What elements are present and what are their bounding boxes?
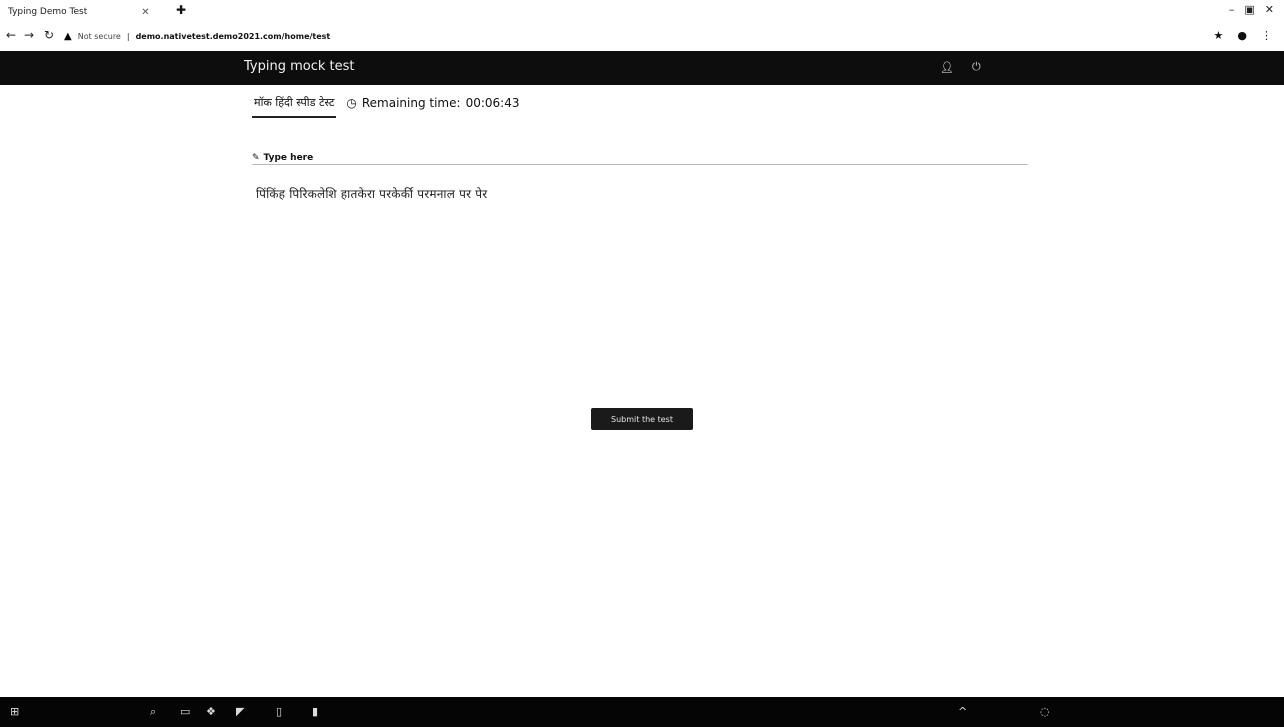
browser-toolbar: ← → ↻ ▲ Not secure | demo.nativetest.dem… xyxy=(0,22,1284,50)
address-bar[interactable]: ▲ Not secure | demo.nativetest.demo2021.… xyxy=(64,28,330,44)
taskbar-search-icon[interactable]: ⌕ xyxy=(150,705,156,719)
profile-icon[interactable]: ● xyxy=(1237,29,1247,42)
browser-tabstrip: Typing Demo Test ✕ ✚ – ▣ ✕ xyxy=(0,0,1284,22)
maximize-icon[interactable]: ▣ xyxy=(1244,3,1254,16)
kebab-menu-icon[interactable]: ⋮ xyxy=(1261,29,1272,42)
user-icon[interactable]: 👤︎ xyxy=(940,61,954,74)
power-icon[interactable]: ⏻ xyxy=(972,60,981,74)
remaining-time: ◷ Remaining time: 00:06:43 xyxy=(346,96,519,116)
taskbar-app-icon[interactable]: ▯ xyxy=(276,705,282,718)
tray-network-icon[interactable]: ◌ xyxy=(1040,705,1050,718)
star-icon[interactable]: ★ xyxy=(1214,29,1224,42)
test-header: मॉक हिंदी स्पीड टेस्ट ◷ Remaining time: … xyxy=(252,94,519,118)
remaining-label: Remaining time: xyxy=(361,96,461,110)
taskbar-taskview-icon[interactable]: ▭ xyxy=(180,705,190,718)
address-separator: | xyxy=(126,31,130,41)
minimize-icon[interactable]: – xyxy=(1229,3,1235,16)
browser-tab[interactable]: Typing Demo Test ✕ xyxy=(8,4,150,20)
taskbar-app-icon[interactable]: ▮ xyxy=(312,705,318,718)
taskbar-app-icon[interactable]: ◤ xyxy=(236,705,244,718)
forward-arrow-icon[interactable]: → xyxy=(24,28,34,42)
url-text: demo.nativetest.demo2021.com/home/test xyxy=(135,31,331,41)
close-window-icon[interactable]: ✕ xyxy=(1265,3,1274,16)
new-tab-icon[interactable]: ✚ xyxy=(176,3,186,17)
back-arrow-icon[interactable]: ← xyxy=(6,28,16,42)
reload-icon[interactable]: ↻ xyxy=(44,28,54,42)
toolbar-right: ★ ● ⋮ xyxy=(1214,29,1272,42)
typing-area[interactable]: पिंकिंह पिरिकलेशि हातकेरा परकेर्की परमना… xyxy=(256,185,487,202)
editor-divider xyxy=(252,164,1028,165)
windows-start-icon[interactable]: ⊞ xyxy=(10,705,19,718)
tab-close-icon[interactable]: ✕ xyxy=(141,7,149,18)
type-here-label: Type here xyxy=(263,153,314,163)
window-controls: – ▣ ✕ xyxy=(1229,3,1274,16)
taskbar-app-icon[interactable]: ❖ xyxy=(206,705,216,718)
clock-icon: ◷ xyxy=(346,96,357,110)
test-tab[interactable]: मॉक हिंदी स्पीड टेस्ट xyxy=(252,95,337,118)
remaining-value: 00:06:43 xyxy=(465,96,520,110)
os-taskbar: ⊞ ⌕ ▭ ❖ ◤ ▯ ▮ ^ ◌ xyxy=(0,697,1284,727)
warning-icon: ▲ xyxy=(64,30,72,42)
app-title: Typing mock test xyxy=(244,59,355,74)
edit-icon: ✎ xyxy=(252,153,260,163)
tray-chevron-icon[interactable]: ^ xyxy=(958,705,967,718)
not-secure-label: Not secure xyxy=(77,31,121,41)
app-header: Typing mock test 👤︎ ⏻ xyxy=(0,51,1284,85)
tab-title: Typing Demo Test xyxy=(8,7,88,17)
submit-test-button[interactable]: Submit the test xyxy=(591,408,693,430)
